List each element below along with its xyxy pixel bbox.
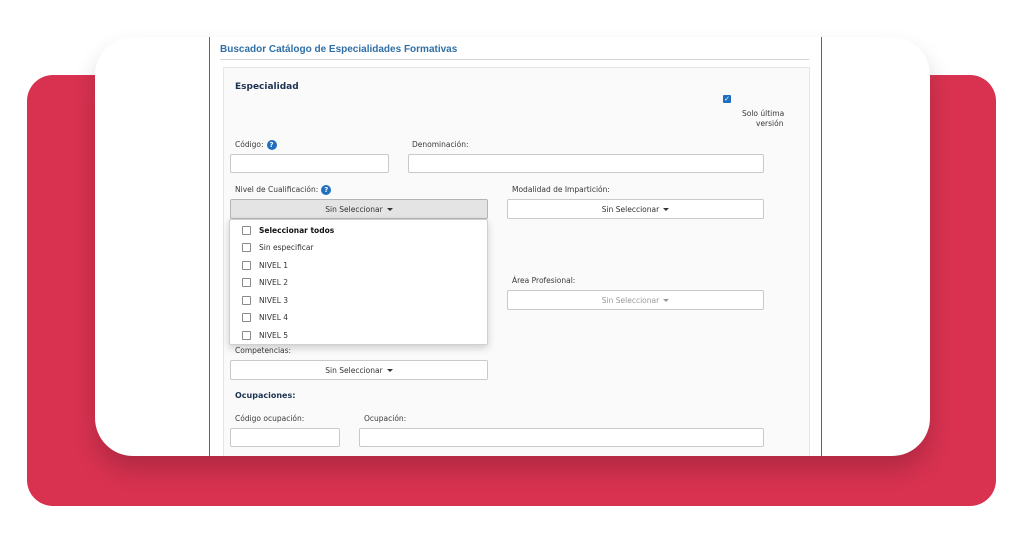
dropdown-item[interactable]: NIVEL 1 [242,259,288,271]
denominacion-label: Denominación: [412,140,469,149]
caret-down-icon [386,207,393,211]
help-icon[interactable]: ? [266,140,277,150]
nivel-label: Nivel de Cualificación:? [235,185,332,195]
competencias-label: Competencias: [235,346,292,355]
ocupacion-input[interactable] [359,428,764,447]
codigo-ocupacion-input[interactable] [230,428,340,447]
search-page: Buscador Catálogo de Especialidades Form… [209,37,822,456]
area-select[interactable]: Sin Seleccionar [507,290,764,310]
nivel-select[interactable]: Sin Seleccionar [230,199,488,219]
ocupacion-label: Ocupación: [364,414,407,423]
dropdown-item-label: NIVEL 3 [259,295,289,305]
codigo-input[interactable] [230,154,389,173]
codigo-label-text: Código: [235,140,264,149]
checkbox-icon[interactable] [242,225,251,235]
section-ocupaciones: Ocupaciones: [235,391,296,400]
nivel-select-value: Sin Seleccionar [325,204,383,214]
dropdown-item[interactable]: NIVEL 5 [242,329,288,341]
nivel-label-text: Nivel de Cualificación: [235,185,319,194]
codigo-ocupacion-label: Código ocupación: [235,414,305,423]
dropdown-item-select-all[interactable]: Seleccionar todos [242,224,334,236]
help-icon[interactable]: ? [321,185,332,195]
solo-ultima-version-checkbox[interactable]: ✓ [723,95,731,103]
codigo-label: Código:? [235,140,277,150]
dropdown-item-label: Seleccionar todos [259,225,335,235]
dropdown-item-label: NIVEL 1 [259,260,289,270]
modalidad-label: Modalidad de Impartición: [512,185,610,194]
dropdown-item-label: NIVEL 5 [259,330,289,340]
solo-ultima-version-label-1: Solo última [742,109,785,118]
caret-down-icon [663,207,670,211]
checkbox-icon[interactable] [242,277,251,287]
competencias-select-value: Sin Seleccionar [325,365,383,375]
title-divider [220,59,809,60]
dropdown-item-label: NIVEL 4 [259,312,289,322]
checkbox-icon[interactable] [242,295,251,305]
page-title: Buscador Catálogo de Especialidades Form… [220,44,458,55]
area-select-value: Sin Seleccionar [601,295,660,305]
modalidad-select[interactable]: Sin Seleccionar [507,199,764,219]
checkbox-icon[interactable] [242,242,251,252]
checkbox-icon[interactable] [242,260,251,270]
checkbox-icon[interactable] [242,312,251,322]
nivel-dropdown-menu: Seleccionar todos Sin especificar NIVEL … [229,219,488,345]
solo-ultima-version-label-2: versión [756,119,784,128]
dropdown-item[interactable]: NIVEL 3 [242,294,288,306]
dropdown-item[interactable]: NIVEL 4 [242,311,288,323]
competencias-select[interactable]: Sin Seleccionar [230,360,488,380]
caret-down-icon [663,298,670,302]
dropdown-item-label: NIVEL 2 [259,277,289,287]
section-especialidad: Especialidad [235,82,299,92]
screenshot-card: Buscador Catálogo de Especialidades Form… [95,37,930,456]
dropdown-item[interactable]: NIVEL 2 [242,276,288,288]
area-label: Área Profesional: [512,276,576,285]
caret-down-icon [386,368,393,372]
dropdown-item-label: Sin especificar [259,242,314,252]
checkbox-icon[interactable] [242,330,251,340]
dropdown-item[interactable]: Sin especificar [242,241,314,253]
modalidad-select-value: Sin Seleccionar [601,204,660,214]
denominacion-input[interactable] [408,154,764,173]
